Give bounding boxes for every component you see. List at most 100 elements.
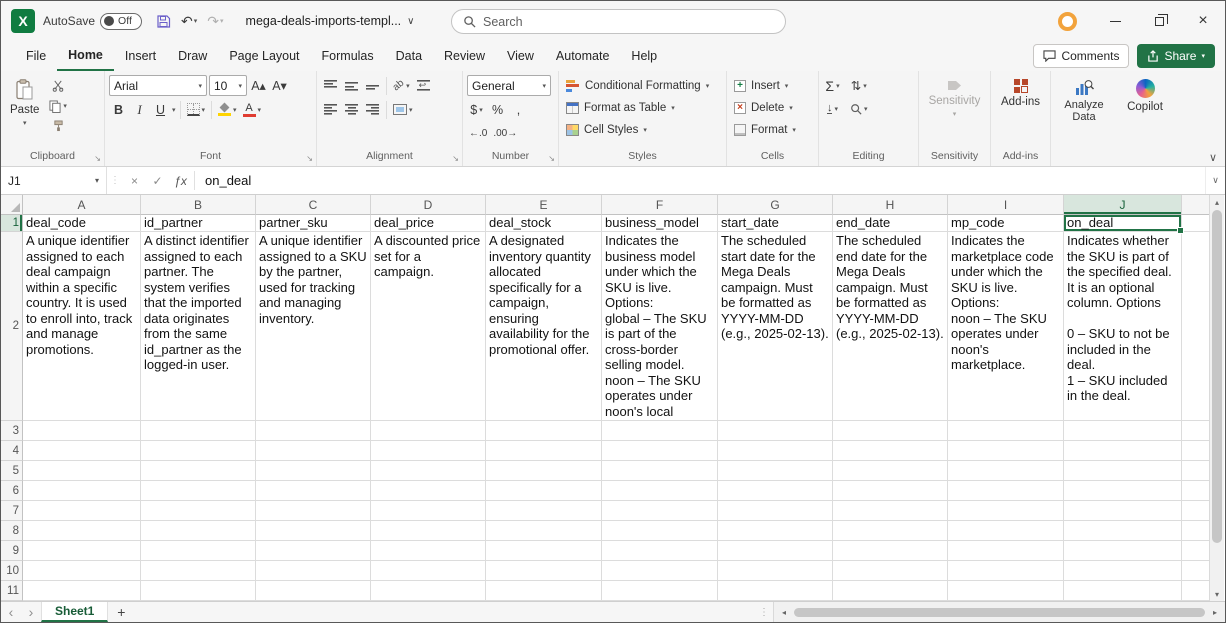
cell[interactable] [23, 521, 141, 541]
dialog-launcher-icon[interactable]: ↘ [548, 154, 555, 163]
cell[interactable] [1064, 581, 1182, 601]
cell[interactable] [1064, 441, 1182, 461]
cell[interactable] [1182, 481, 1211, 501]
autosum-button[interactable]: Σ▾ [823, 75, 842, 96]
tab-splitter-handle[interactable]: ⋮ [755, 602, 773, 622]
row-header-6[interactable]: 6 [1, 481, 23, 501]
cell-F2[interactable]: Indicates the business model under which… [602, 232, 718, 421]
cell[interactable] [486, 501, 602, 521]
align-right-button[interactable] [363, 99, 382, 120]
font-color-button[interactable]: A▾ [241, 99, 264, 120]
cell[interactable] [718, 581, 833, 601]
cell[interactable] [486, 581, 602, 601]
cell[interactable] [833, 461, 948, 481]
cell[interactable] [948, 481, 1064, 501]
number-format-combo[interactable]: General▾ [467, 75, 551, 96]
cell[interactable] [23, 541, 141, 561]
cell[interactable] [1182, 521, 1211, 541]
close-button[interactable]: × [1181, 1, 1225, 41]
cell-H1[interactable]: end_date [833, 215, 948, 232]
merge-center-button[interactable]: ▾ [391, 99, 415, 120]
find-select-button[interactable]: ▾ [848, 98, 870, 119]
cell[interactable] [1182, 421, 1211, 441]
expand-formula-bar-button[interactable]: ∨ [1205, 167, 1225, 194]
cell-C2[interactable]: A unique identifier assigned to a SKU by… [256, 232, 371, 421]
cell-D1[interactable]: deal_price [371, 215, 486, 232]
insert-function-button[interactable]: ƒx [169, 167, 192, 194]
row-header-1[interactable]: 1 [1, 215, 23, 232]
scroll-down-button[interactable]: ▾ [1210, 587, 1224, 601]
insert-cells-button[interactable]: +Insert▾ [731, 75, 799, 96]
cell-J1-selected[interactable]: on_deal [1064, 215, 1182, 232]
align-center-button[interactable] [342, 99, 361, 120]
tab-automate[interactable]: Automate [545, 41, 621, 71]
column-header-G[interactable]: G [718, 195, 833, 215]
cell[interactable] [256, 421, 371, 441]
confirm-entry-button[interactable]: ✓ [146, 167, 169, 194]
cell[interactable] [371, 481, 486, 501]
wrap-text-button[interactable] [414, 75, 433, 96]
tab-home[interactable]: Home [57, 41, 114, 71]
format-cells-button[interactable]: Format▾ [731, 119, 799, 140]
column-header-C[interactable]: C [256, 195, 371, 215]
cell[interactable] [833, 501, 948, 521]
cell[interactable] [486, 461, 602, 481]
cell[interactable] [833, 421, 948, 441]
autosave-control[interactable]: AutoSave Off [43, 13, 142, 30]
row-header-8[interactable]: 8 [1, 521, 23, 541]
dialog-launcher-icon[interactable]: ↘ [452, 154, 459, 163]
paste-button[interactable]: Paste ▾ [5, 75, 44, 131]
cell[interactable] [718, 481, 833, 501]
cell[interactable] [718, 501, 833, 521]
cell[interactable] [486, 421, 602, 441]
cell[interactable] [602, 521, 718, 541]
cell[interactable] [1064, 521, 1182, 541]
cell[interactable] [371, 441, 486, 461]
column-header-D[interactable]: D [371, 195, 486, 215]
decrease-decimal-button[interactable]: .00→ [491, 123, 519, 144]
cell-B1[interactable]: id_partner [141, 215, 256, 232]
column-header-I[interactable]: I [948, 195, 1064, 215]
tab-page-layout[interactable]: Page Layout [218, 41, 310, 71]
cell[interactable] [256, 541, 371, 561]
cell[interactable] [718, 541, 833, 561]
borders-button[interactable]: ▾ [185, 99, 208, 120]
cell[interactable] [1182, 461, 1211, 481]
cell[interactable] [1182, 561, 1211, 581]
cell[interactable] [371, 581, 486, 601]
cell-I1[interactable]: mp_code [948, 215, 1064, 232]
minimize-button[interactable] [1093, 1, 1137, 41]
cut-button[interactable] [47, 77, 69, 95]
cell[interactable] [141, 561, 256, 581]
tab-draw[interactable]: Draw [167, 41, 218, 71]
underline-button[interactable]: U [151, 99, 170, 120]
cell[interactable] [23, 581, 141, 601]
column-header-B[interactable]: B [141, 195, 256, 215]
cell[interactable] [1064, 501, 1182, 521]
cell[interactable] [141, 481, 256, 501]
addins-button[interactable]: Add-ins [996, 75, 1045, 112]
copilot-button[interactable]: Copilot [1122, 75, 1168, 117]
prev-sheet-button[interactable]: ‹ [1, 602, 21, 622]
cell-E1[interactable]: deal_stock [486, 215, 602, 232]
restore-button[interactable] [1137, 1, 1181, 41]
shrink-font-button[interactable]: A▾ [270, 75, 289, 96]
row-header-5[interactable]: 5 [1, 461, 23, 481]
row-header-7[interactable]: 7 [1, 501, 23, 521]
cell[interactable] [486, 521, 602, 541]
cell[interactable] [602, 541, 718, 561]
align-middle-button[interactable] [342, 75, 361, 96]
cell[interactable] [948, 581, 1064, 601]
italic-button[interactable]: I [130, 99, 149, 120]
cell[interactable] [948, 421, 1064, 441]
cell[interactable] [1064, 421, 1182, 441]
bold-button[interactable]: B [109, 99, 128, 120]
cell[interactable] [141, 501, 256, 521]
vertical-scroll-thumb[interactable] [1212, 210, 1222, 543]
conditional-formatting-button[interactable]: Conditional Formatting▾ [563, 75, 712, 96]
horizontal-scrollbar[interactable]: ◂ ▸ [773, 602, 1225, 622]
cell[interactable] [1064, 541, 1182, 561]
cell-A2[interactable]: A unique identifier assigned to each dea… [23, 232, 141, 421]
column-header-F[interactable]: F [602, 195, 718, 215]
cell[interactable] [602, 481, 718, 501]
